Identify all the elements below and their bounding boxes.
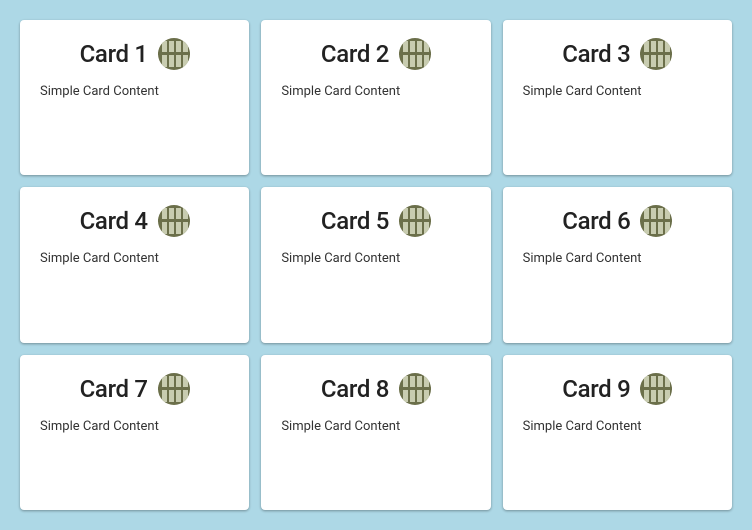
card[interactable]: Card 9 Simple Card Content: [503, 355, 732, 510]
card-title: Card 9: [562, 375, 630, 403]
card-header: Card 7: [40, 373, 229, 405]
window-pane-icon: [158, 205, 190, 237]
card-content: Simple Card Content: [281, 251, 470, 266]
card[interactable]: Card 5 Simple Card Content: [261, 187, 490, 342]
window-pane-icon: [158, 373, 190, 405]
card-grid: Card 1 Simple Card Content Card 2 Simple…: [0, 0, 752, 530]
card-content: Simple Card Content: [281, 419, 470, 434]
card-title: Card 5: [321, 207, 389, 235]
card-content: Simple Card Content: [40, 84, 229, 99]
window-pane-icon: [399, 38, 431, 70]
card[interactable]: Card 4 Simple Card Content: [20, 187, 249, 342]
card[interactable]: Card 8 Simple Card Content: [261, 355, 490, 510]
card-title: Card 6: [562, 207, 630, 235]
card-header: Card 6: [523, 205, 712, 237]
card-header: Card 1: [40, 38, 229, 70]
card-header: Card 4: [40, 205, 229, 237]
window-pane-icon: [640, 373, 672, 405]
card-header: Card 8: [281, 373, 470, 405]
card-title: Card 8: [321, 375, 389, 403]
window-pane-icon: [399, 205, 431, 237]
card-title: Card 4: [80, 207, 148, 235]
card[interactable]: Card 2 Simple Card Content: [261, 20, 490, 175]
card-header: Card 2: [281, 38, 470, 70]
window-pane-icon: [399, 373, 431, 405]
window-pane-icon: [158, 38, 190, 70]
card-content: Simple Card Content: [40, 251, 229, 266]
card-content: Simple Card Content: [523, 419, 712, 434]
card-content: Simple Card Content: [40, 419, 229, 434]
card-content: Simple Card Content: [523, 251, 712, 266]
card-header: Card 3: [523, 38, 712, 70]
card-content: Simple Card Content: [281, 84, 470, 99]
card-title: Card 1: [80, 40, 148, 68]
card-title: Card 2: [321, 40, 389, 68]
window-pane-icon: [640, 38, 672, 70]
window-pane-icon: [640, 205, 672, 237]
card[interactable]: Card 7 Simple Card Content: [20, 355, 249, 510]
card-header: Card 5: [281, 205, 470, 237]
card-header: Card 9: [523, 373, 712, 405]
card-title: Card 3: [562, 40, 630, 68]
card[interactable]: Card 6 Simple Card Content: [503, 187, 732, 342]
card[interactable]: Card 3 Simple Card Content: [503, 20, 732, 175]
card-title: Card 7: [80, 375, 148, 403]
card[interactable]: Card 1 Simple Card Content: [20, 20, 249, 175]
card-content: Simple Card Content: [523, 84, 712, 99]
